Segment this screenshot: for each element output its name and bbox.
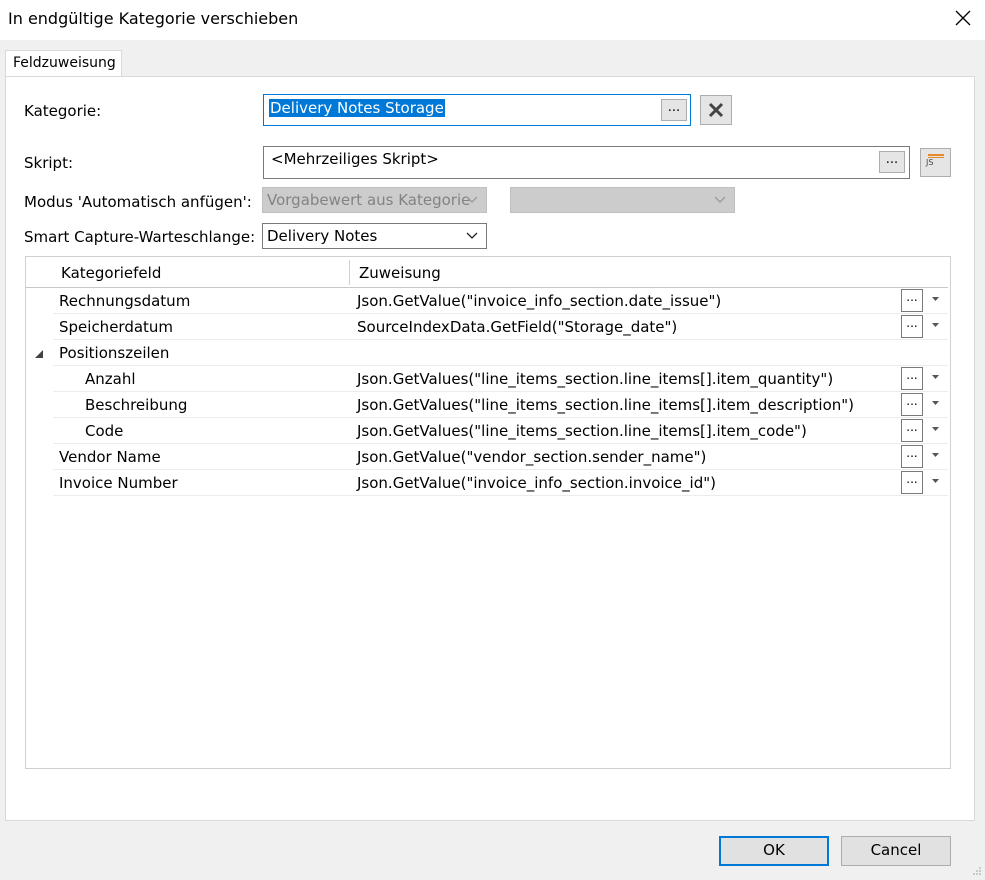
- js-badge: JS: [926, 158, 934, 167]
- window-title: In endgültige Kategorie verschieben: [8, 9, 299, 28]
- tab-label: Feldzuweisung: [13, 55, 116, 71]
- field-assignment[interactable]: Json.GetValue("vendor_section.sender_nam…: [357, 448, 706, 466]
- cancel-button[interactable]: Cancel: [841, 836, 951, 866]
- table-row[interactable]: Code Json.GetValues("line_items_section.…: [53, 418, 948, 444]
- kategorie-value: Delivery Notes Storage: [269, 99, 445, 117]
- tab-feldzuweisung[interactable]: Feldzuweisung: [5, 50, 122, 76]
- close-icon: [955, 10, 971, 26]
- row-browse-button[interactable]: ...: [901, 445, 923, 468]
- table-row[interactable]: Rechnungsdatum Json.GetValue("invoice_in…: [53, 288, 948, 314]
- row-browse-button[interactable]: ...: [901, 471, 923, 494]
- table-row[interactable]: Speicherdatum SourceIndexData.GetField("…: [53, 314, 948, 340]
- modus-select[interactable]: Vorgabewert aus Kategorie: [262, 187, 487, 213]
- field-assignment[interactable]: SourceIndexData.GetField("Storage_date"): [357, 318, 677, 336]
- field-assignment[interactable]: Json.GetValues("line_items_section.line_…: [357, 370, 833, 388]
- skript-label: Skript:: [24, 154, 73, 172]
- grid-header: Kategoriefeld Zuweisung: [26, 257, 948, 288]
- column-divider: [349, 260, 350, 285]
- skript-field[interactable]: <Mehrzeiliges Skript> ...: [263, 146, 910, 179]
- chevron-down-icon: [466, 196, 478, 203]
- field-assignment[interactable]: Json.GetValues("line_items_section.line_…: [357, 396, 854, 414]
- modus-value: Vorgabewert aus Kategorie: [267, 191, 471, 209]
- skript-value: <Mehrzeiliges Skript>: [271, 150, 439, 168]
- column-header-zuweisung[interactable]: Zuweisung: [359, 264, 441, 282]
- field-assignment-grid: Kategoriefeld Zuweisung Rechnungsdatum J…: [25, 256, 951, 769]
- row-browse-button[interactable]: ...: [901, 289, 923, 312]
- skript-browse-button[interactable]: ...: [879, 151, 905, 173]
- collapse-triangle-icon[interactable]: [34, 349, 44, 359]
- dropdown-arrow-icon[interactable]: [931, 400, 940, 406]
- row-browse-button[interactable]: ...: [901, 419, 923, 442]
- kategorie-label: Kategorie:: [24, 102, 102, 120]
- queue-label: Smart Capture-Warteschlange:: [24, 228, 256, 246]
- dropdown-arrow-icon[interactable]: [931, 452, 940, 458]
- column-header-kategoriefeld[interactable]: Kategoriefeld: [61, 264, 161, 282]
- field-name: Anzahl: [85, 370, 136, 388]
- field-name: Vendor Name: [59, 448, 161, 466]
- field-name: Rechnungsdatum: [59, 292, 191, 310]
- field-name: Code: [85, 422, 124, 440]
- table-row[interactable]: Beschreibung Json.GetValues("line_items_…: [53, 392, 948, 418]
- table-row[interactable]: Invoice Number Json.GetValue("invoice_in…: [53, 470, 948, 496]
- table-row[interactable]: Anzahl Json.GetValues("line_items_sectio…: [53, 366, 948, 392]
- row-browse-button[interactable]: ...: [901, 367, 923, 390]
- close-button[interactable]: [949, 4, 977, 32]
- resize-grip[interactable]: [972, 862, 982, 875]
- field-assignment[interactable]: Json.GetValue("invoice_info_section.invo…: [357, 474, 716, 492]
- delete-x-icon: [708, 102, 724, 118]
- queue-select[interactable]: Delivery Notes: [262, 223, 487, 249]
- kategorie-browse-button[interactable]: ...: [661, 99, 687, 121]
- table-row[interactable]: Vendor Name Json.GetValue("vendor_sectio…: [53, 444, 948, 470]
- ok-button[interactable]: OK: [719, 836, 829, 866]
- kategorie-field[interactable]: Delivery Notes Storage ...: [263, 94, 691, 126]
- chevron-down-icon: [714, 196, 726, 203]
- modus-second-select[interactable]: [510, 187, 735, 213]
- row-browse-button[interactable]: ...: [901, 315, 923, 338]
- field-name: Beschreibung: [85, 396, 188, 414]
- clear-category-button[interactable]: [700, 95, 732, 125]
- row-browse-button[interactable]: ...: [901, 393, 923, 416]
- field-name: Positionszeilen: [59, 344, 170, 362]
- field-name: Speicherdatum: [59, 318, 174, 336]
- queue-value: Delivery Notes: [267, 227, 378, 245]
- field-assignment[interactable]: Json.GetValue("invoice_info_section.date…: [357, 292, 721, 310]
- chevron-down-icon: [466, 232, 478, 239]
- javascript-editor-button[interactable]: JS: [920, 148, 951, 177]
- table-row-group[interactable]: Positionszeilen: [35, 340, 948, 366]
- modus-label: Modus 'Automatisch anfügen':: [24, 193, 252, 211]
- dropdown-arrow-icon[interactable]: [931, 426, 940, 432]
- field-assignment[interactable]: Json.GetValues("line_items_section.line_…: [357, 422, 807, 440]
- field-name: Invoice Number: [59, 474, 178, 492]
- dropdown-arrow-icon[interactable]: [931, 374, 940, 380]
- dropdown-arrow-icon[interactable]: [931, 296, 940, 302]
- dropdown-arrow-icon[interactable]: [931, 322, 940, 328]
- resize-grip-icon: [973, 867, 981, 875]
- dropdown-arrow-icon[interactable]: [931, 478, 940, 484]
